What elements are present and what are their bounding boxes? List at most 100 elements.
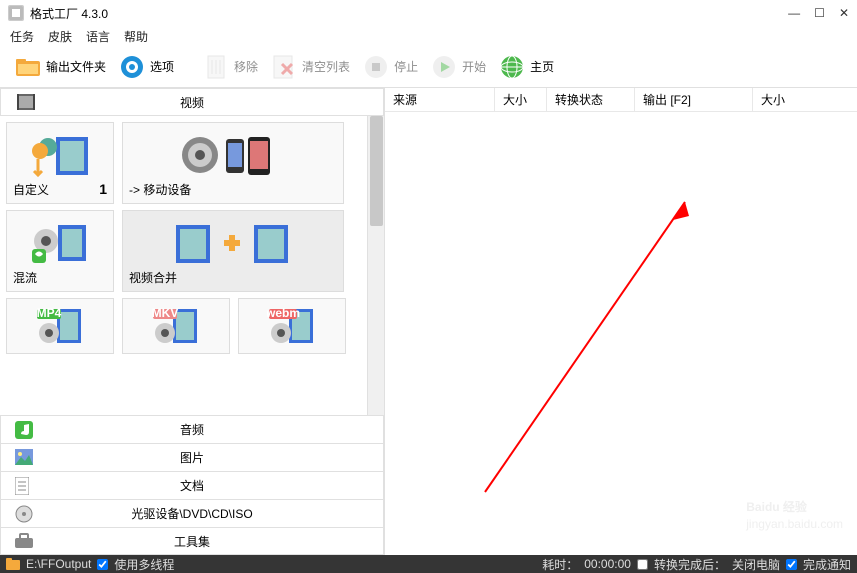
- category-document-label: 文档: [180, 477, 204, 494]
- category-picture-label: 图片: [180, 449, 204, 466]
- remove-icon: [202, 53, 230, 81]
- multithread-label: 使用多线程: [114, 556, 174, 573]
- mkv-icon: MKV: [129, 305, 223, 347]
- folder-icon: [14, 53, 42, 81]
- tile-mixflow-label: 混流: [13, 269, 37, 286]
- statusbar: E:\FFOutput 使用多线程 耗时： 00:00:00 转换完成后： 关闭…: [0, 555, 857, 573]
- scrollbar-thumb[interactable]: [370, 116, 383, 226]
- merge-icon: [129, 217, 337, 269]
- options-icon: [118, 53, 146, 81]
- toolbar: 输出文件夹 选项 移除 清空列表 停止 开始 主页: [0, 46, 857, 88]
- window-title: 格式工厂 4.3.0: [30, 5, 108, 22]
- globe-icon: [498, 53, 526, 81]
- svg-text:MP4: MP4: [37, 306, 62, 320]
- after-convert-label: 转换完成后：: [654, 556, 726, 573]
- elapsed-time: 00:00:00: [584, 557, 631, 571]
- home-button[interactable]: 主页: [494, 51, 558, 83]
- table-header: 来源 大小 转换状态 输出 [F2] 大小: [385, 88, 857, 112]
- th-size2[interactable]: 大小: [753, 88, 857, 111]
- folder-small-icon: [6, 558, 20, 570]
- menu-language[interactable]: 语言: [86, 28, 110, 45]
- tile-custom[interactable]: 自定义 1: [6, 122, 114, 204]
- th-size[interactable]: 大小: [495, 88, 547, 111]
- options-button[interactable]: 选项: [114, 51, 178, 83]
- menu-help[interactable]: 帮助: [124, 28, 148, 45]
- shutdown-label: 关闭电脑: [732, 556, 780, 573]
- output-folder-label: 输出文件夹: [46, 58, 106, 75]
- menubar: 任务 皮肤 语言 帮助: [0, 26, 857, 46]
- svg-text:MKV: MKV: [152, 306, 179, 320]
- th-state[interactable]: 转换状态: [547, 88, 635, 111]
- stop-label: 停止: [394, 58, 418, 75]
- clear-list-label: 清空列表: [302, 58, 350, 75]
- category-video-header[interactable]: 视频: [0, 88, 384, 116]
- svg-text:webm: webm: [267, 306, 300, 320]
- tile-video-merge[interactable]: 视频合并: [122, 210, 344, 292]
- mobile-icon: [129, 129, 337, 181]
- notify-checkbox[interactable]: [786, 559, 797, 570]
- picture-icon: [15, 449, 33, 467]
- shutdown-checkbox[interactable]: [637, 559, 648, 570]
- notify-label: 完成通知: [803, 556, 851, 573]
- watermark: Baidu 经验 jingyan.baidu.com: [746, 491, 843, 531]
- minimize-button[interactable]: —: [788, 6, 800, 20]
- clear-list-button[interactable]: 清空列表: [266, 51, 354, 83]
- play-icon: [430, 53, 458, 81]
- start-button[interactable]: 开始: [426, 51, 490, 83]
- music-icon: [15, 421, 33, 439]
- stop-icon: [362, 53, 390, 81]
- options-label: 选项: [150, 58, 174, 75]
- film-icon: [17, 94, 35, 110]
- main: 视频 自定义 1 -> 移动设备: [0, 88, 857, 555]
- left-panel: 视频 自定义 1 -> 移动设备: [0, 88, 385, 555]
- remove-button[interactable]: 移除: [198, 51, 262, 83]
- tile-mp4[interactable]: MP4: [6, 298, 114, 354]
- mp4-icon: MP4: [13, 305, 107, 347]
- app-icon: [8, 5, 24, 21]
- th-source[interactable]: 来源: [385, 88, 495, 111]
- menu-task[interactable]: 任务: [10, 28, 34, 45]
- tile-mobile-label: -> 移动设备: [129, 181, 191, 198]
- menu-skin[interactable]: 皮肤: [48, 28, 72, 45]
- category-toolbox-label: 工具集: [174, 533, 210, 550]
- category-video-label: 视频: [180, 94, 204, 111]
- video-tiles: 自定义 1 -> 移动设备 混流: [0, 116, 367, 415]
- document-icon: [15, 477, 33, 495]
- tile-mobile[interactable]: -> 移动设备: [122, 122, 344, 204]
- custom-icon: [13, 129, 107, 181]
- maximize-button[interactable]: ☐: [814, 6, 825, 20]
- titlebar: 格式工厂 4.3.0 — ☐ ✕: [0, 0, 857, 26]
- scrollbar[interactable]: [367, 116, 384, 415]
- tile-custom-count: 1: [99, 181, 107, 197]
- right-panel: 来源 大小 转换状态 输出 [F2] 大小 Baidu 经验 jingyan.b…: [385, 88, 857, 555]
- tile-merge-label: 视频合并: [129, 269, 177, 286]
- stop-button[interactable]: 停止: [358, 51, 422, 83]
- video-tiles-area: 自定义 1 -> 移动设备 混流: [0, 116, 384, 415]
- output-path[interactable]: E:\FFOutput: [26, 557, 91, 571]
- clear-icon: [270, 53, 298, 81]
- elapsed-label: 耗时：: [542, 556, 578, 573]
- window-controls: — ☐ ✕: [788, 6, 849, 20]
- table-body: Baidu 经验 jingyan.baidu.com: [385, 112, 857, 555]
- tile-mixflow[interactable]: 混流: [6, 210, 114, 292]
- category-disc-label: 光驱设备\DVD\CD\ISO: [131, 505, 252, 522]
- multithread-checkbox[interactable]: [97, 559, 108, 570]
- th-output[interactable]: 输出 [F2]: [635, 88, 753, 111]
- category-toolbox[interactable]: 工具集: [0, 527, 384, 555]
- home-label: 主页: [530, 58, 554, 75]
- tile-webm[interactable]: webm: [238, 298, 346, 354]
- category-document[interactable]: 文档: [0, 471, 384, 499]
- output-folder-button[interactable]: 输出文件夹: [10, 51, 110, 83]
- category-audio[interactable]: 音频: [0, 415, 384, 443]
- close-button[interactable]: ✕: [839, 6, 849, 20]
- webm-icon: webm: [245, 305, 339, 347]
- tile-mkv[interactable]: MKV: [122, 298, 230, 354]
- category-picture[interactable]: 图片: [0, 443, 384, 471]
- start-label: 开始: [462, 58, 486, 75]
- tile-custom-label: 自定义: [13, 181, 49, 198]
- category-audio-label: 音频: [180, 421, 204, 438]
- category-disc[interactable]: 光驱设备\DVD\CD\ISO: [0, 499, 384, 527]
- arrow-annotation: [455, 182, 715, 502]
- toolbox-icon: [15, 532, 33, 550]
- mixflow-icon: [13, 217, 107, 269]
